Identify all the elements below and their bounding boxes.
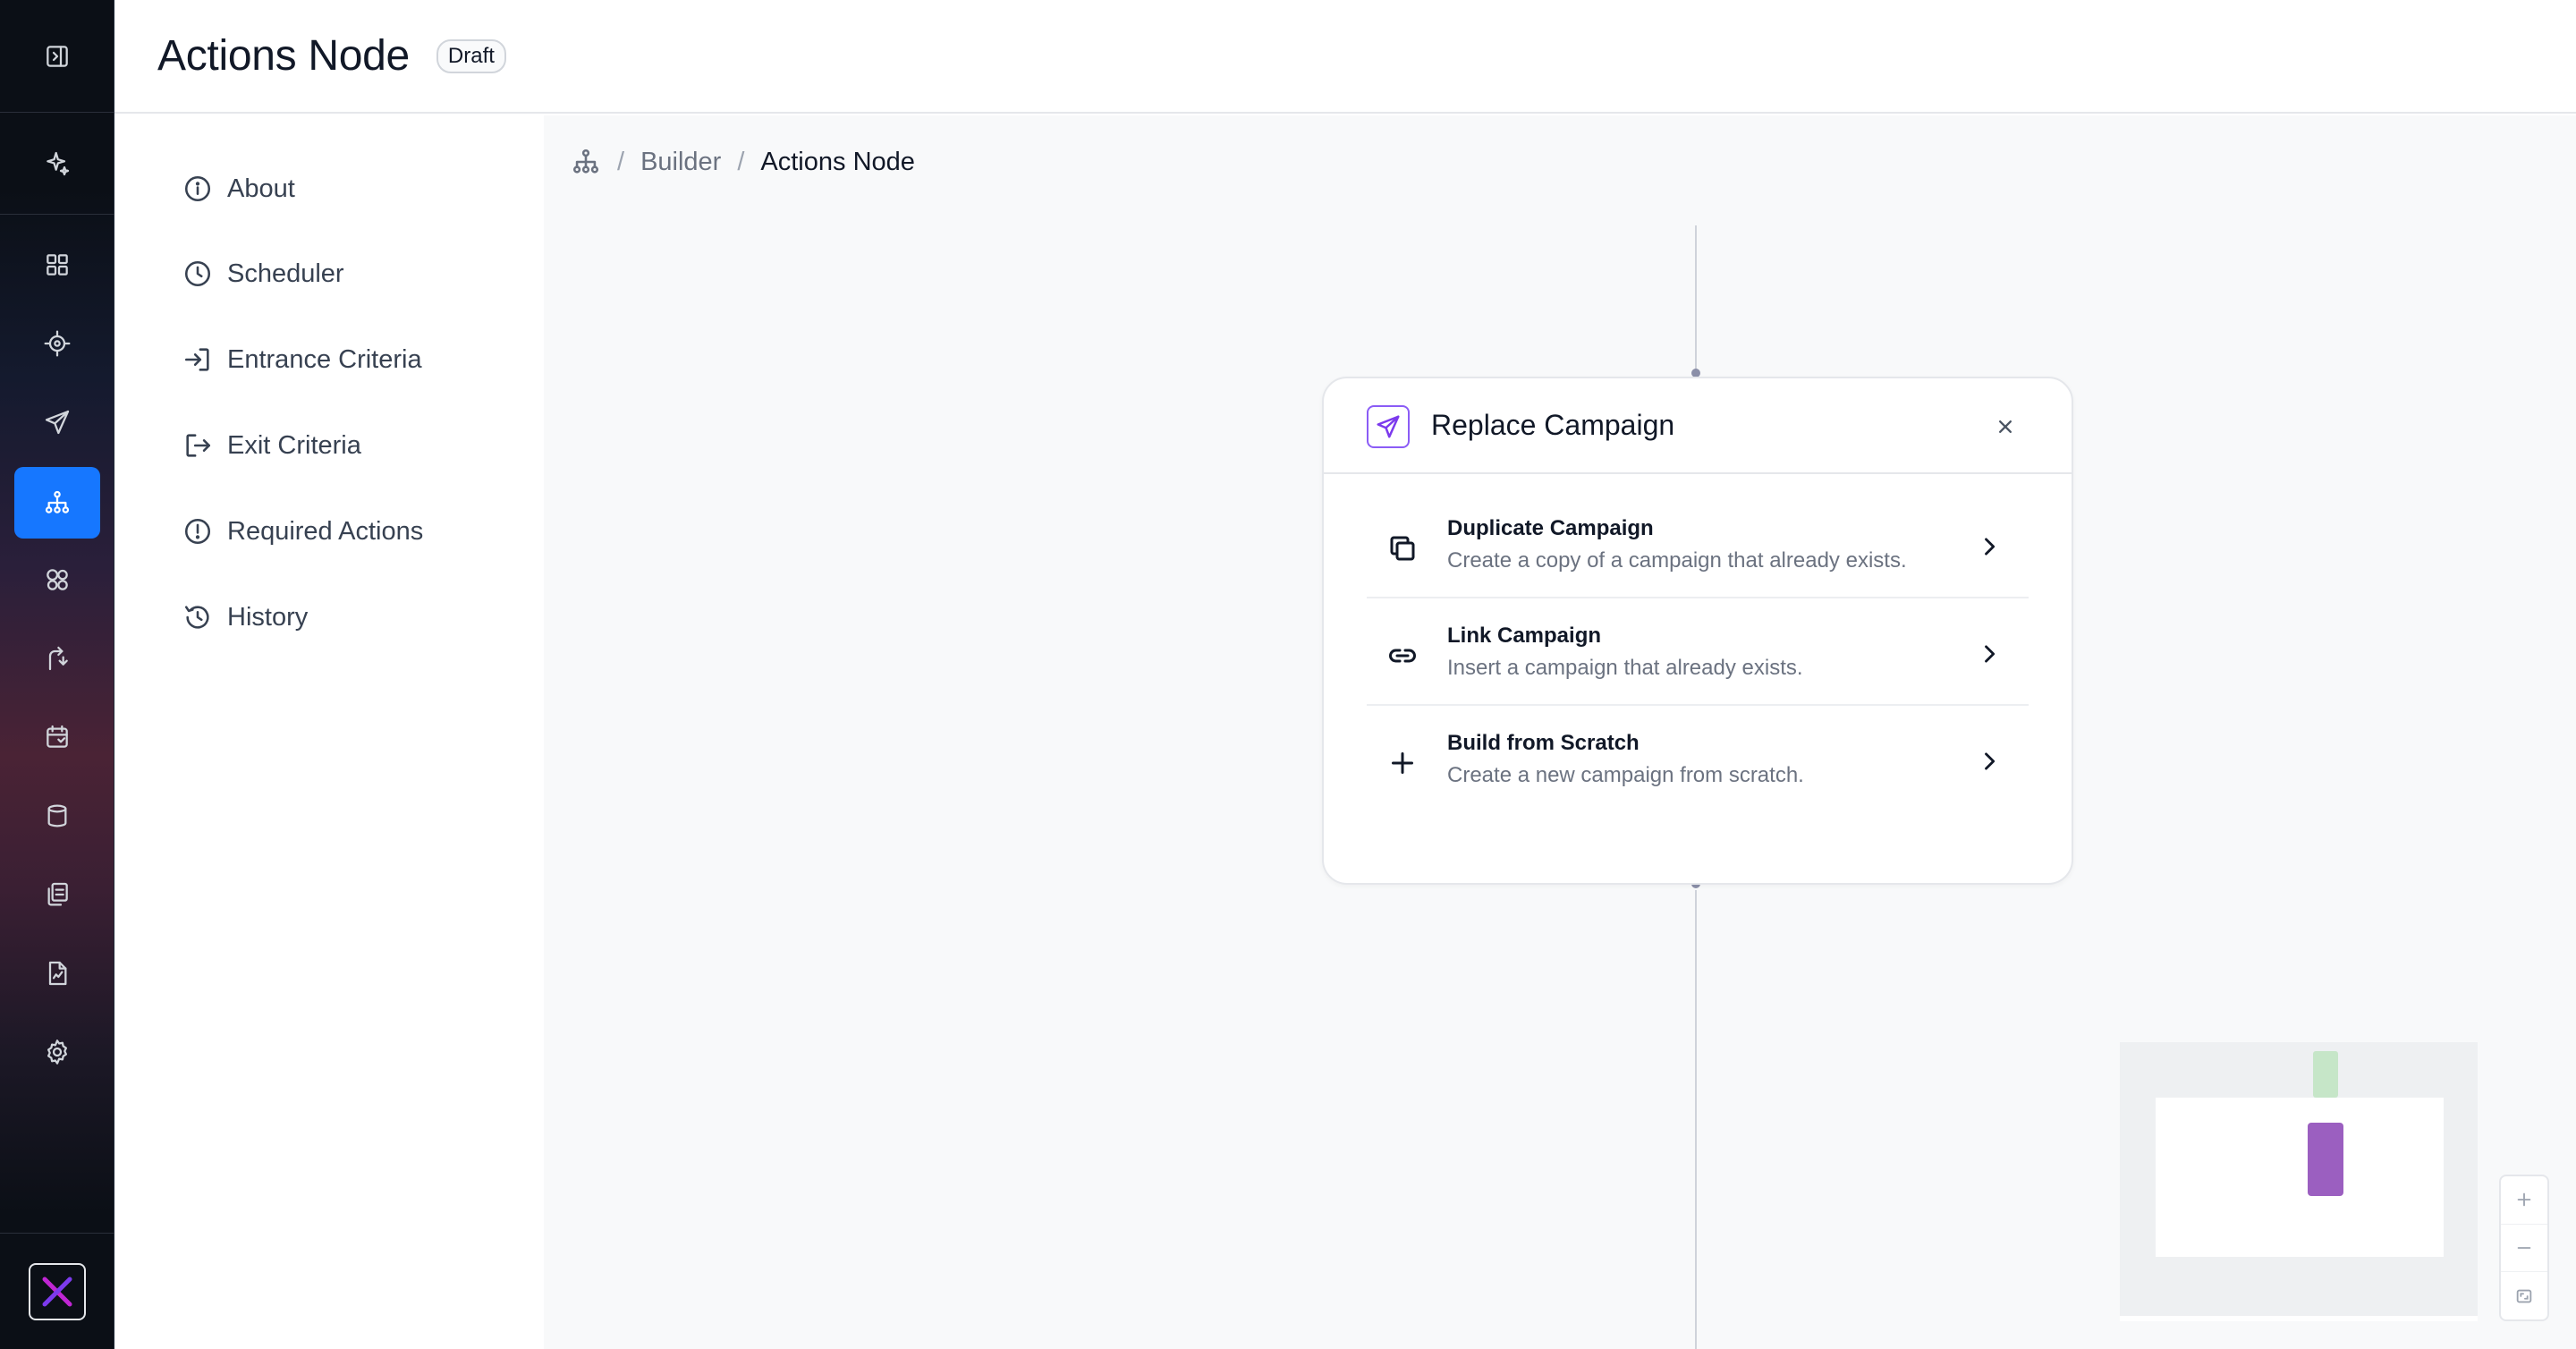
breadcrumb-separator: / (737, 147, 745, 176)
node-settings-nav: About Scheduler Entrance Criteria Exit C… (114, 115, 544, 1349)
subnav-item-about[interactable]: About (182, 166, 295, 211)
rail-item-calendar[interactable] (14, 701, 100, 773)
send-icon (45, 410, 70, 435)
fit-view-icon (2516, 1289, 2532, 1303)
breadcrumb-separator: / (617, 147, 625, 176)
link-icon (1386, 640, 1419, 672)
subnav-item-history[interactable]: History (182, 595, 308, 640)
flow-edge-in (1695, 225, 1697, 372)
option-build-from-scratch[interactable]: Build from Scratch Create a new campaign… (1367, 708, 2029, 813)
option-description: Insert a campaign that already exists. (1447, 656, 1803, 680)
flow-builder-icon[interactable] (571, 147, 601, 177)
dashboard-icon (47, 254, 68, 276)
card-header: Replace Campaign (1324, 378, 2072, 474)
subnav-label: Required Actions (227, 516, 424, 546)
sidebar-toggle-button[interactable] (0, 0, 114, 113)
plus-icon (2517, 1192, 2531, 1207)
zoom-out-button[interactable] (2501, 1225, 2547, 1273)
subnav-item-scheduler[interactable]: Scheduler (182, 251, 344, 296)
sparkles-icon (47, 151, 70, 175)
option-title: Link Campaign (1447, 624, 1602, 648)
brand-logo-area[interactable] (0, 1233, 114, 1349)
minus-icon (2517, 1247, 2531, 1249)
rail-item-templates[interactable] (14, 859, 100, 930)
rail-item-builder[interactable] (14, 467, 100, 539)
target-icon (44, 330, 71, 357)
page-header: Actions Node Draft (114, 0, 2576, 114)
rail-item-settings[interactable] (14, 1016, 100, 1088)
plus-icon (1386, 747, 1419, 779)
rail-item-data[interactable] (14, 780, 100, 852)
icon-rail (0, 0, 114, 1349)
clock-icon (184, 260, 211, 287)
minimap[interactable] (2120, 1042, 2478, 1316)
enter-icon (184, 348, 209, 371)
rail-item-segments[interactable] (14, 544, 100, 615)
subnav-label: Scheduler (227, 259, 344, 288)
subnav-label: Exit Criteria (227, 430, 361, 460)
page-title: Actions Node (157, 32, 410, 80)
option-duplicate-campaign[interactable]: Duplicate Campaign Create a copy of a ca… (1367, 493, 2029, 598)
exit-icon (186, 434, 211, 457)
minimap-node-action (2308, 1123, 2343, 1196)
minimap-node-trigger (2313, 1051, 2338, 1098)
chevron-right-icon (1977, 749, 2002, 774)
subnav-label: About (227, 174, 295, 203)
chevron-right-icon (1977, 641, 2002, 666)
breadcrumb-current: Actions Node (760, 147, 915, 176)
card-title: Replace Campaign (1431, 409, 1675, 441)
close-icon (1999, 420, 2012, 433)
subnav-item-entrance-criteria[interactable]: Entrance Criteria (182, 337, 422, 382)
info-icon (184, 175, 211, 202)
subnav-label: History (227, 602, 309, 632)
subnav-item-required-actions[interactable]: Required Actions (182, 509, 423, 554)
settings-icon (47, 1039, 67, 1065)
zoom-in-button[interactable] (2501, 1176, 2547, 1225)
option-description: Create a copy of a campaign that already… (1447, 548, 1907, 573)
segments-icon (47, 569, 68, 590)
option-description: Create a new campaign from scratch. (1447, 763, 1804, 787)
sidebar-toggle-icon (47, 45, 68, 67)
alert-circle-icon (184, 518, 211, 545)
minimap-scrollbar[interactable] (2120, 1316, 2478, 1321)
subnav-label: Entrance Criteria (227, 344, 422, 374)
option-title: Duplicate Campaign (1447, 516, 1654, 540)
flow-builder-icon (45, 490, 70, 513)
flow-edge-out (1695, 890, 1697, 1349)
rail-item-targeting[interactable] (14, 308, 100, 379)
rail-item-journeys[interactable] (14, 623, 100, 694)
rail-item-campaigns[interactable] (14, 386, 100, 458)
option-title: Build from Scratch (1447, 731, 1640, 755)
rail-item-dashboard[interactable] (14, 229, 100, 301)
history-icon (184, 606, 209, 629)
fit-view-button[interactable] (2501, 1272, 2547, 1319)
breadcrumb-builder[interactable]: Builder (640, 148, 721, 177)
rail-item-reports[interactable] (14, 938, 100, 1009)
breadcrumb: / Builder / Actions Node (571, 144, 915, 180)
minimap-viewport[interactable] (2156, 1098, 2444, 1257)
journey-icon (48, 646, 68, 671)
close-button[interactable] (1993, 414, 2018, 439)
replace-campaign-card: Replace Campaign Duplicate Campaign Crea… (1322, 377, 2073, 885)
reports-icon (48, 961, 67, 986)
database-icon (47, 804, 67, 827)
calendar-icon (47, 725, 68, 748)
subnav-item-exit-criteria[interactable]: Exit Criteria (182, 423, 361, 468)
status-badge: Draft (436, 38, 506, 73)
templates-icon (47, 882, 68, 906)
option-link-campaign[interactable]: Link Campaign Insert a campaign that alr… (1367, 600, 2029, 706)
ai-assistant-button[interactable] (0, 113, 114, 215)
builder-canvas[interactable]: / Builder / Actions Node Replace Campaig… (544, 115, 2576, 1349)
zoom-controls (2499, 1175, 2549, 1321)
send-icon (1367, 405, 1410, 448)
copy-icon (1386, 532, 1419, 564)
chevron-right-icon (1977, 534, 2002, 559)
brand-logo (29, 1262, 86, 1320)
